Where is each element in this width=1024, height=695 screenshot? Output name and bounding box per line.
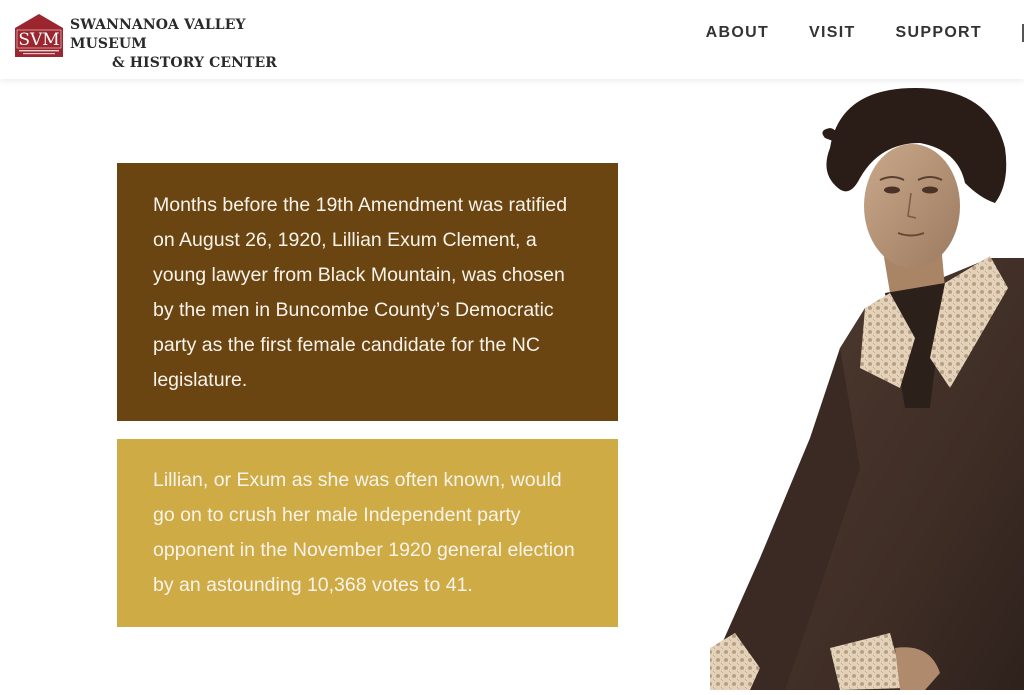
story-paragraph-2: Lillian, or Exum as she was often known,… xyxy=(153,469,575,596)
lillian-exum-clement-portrait xyxy=(690,88,1024,690)
logo-initials: SVM xyxy=(18,30,59,50)
story-box-secondary: Lillian, or Exum as she was often known,… xyxy=(117,439,618,627)
story-box-primary: Months before the 19th Amendment was rat… xyxy=(117,163,618,421)
museum-logo-icon[interactable]: SVM xyxy=(14,13,64,57)
museum-name-line1: SWANNANOA VALLEY MUSEUM xyxy=(70,17,246,52)
site-header: SVM SWANNANOA VALLEY MUSEUM & HISTORY CE… xyxy=(0,0,1024,79)
nav-support[interactable]: SUPPORT xyxy=(896,24,982,42)
story-paragraph-1: Months before the 19th Amendment was rat… xyxy=(153,194,568,391)
nav-visit[interactable]: VISIT xyxy=(809,24,856,42)
museum-name[interactable]: SWANNANOA VALLEY MUSEUM & HISTORY CENTER xyxy=(70,16,310,73)
main-nav: ABOUT VISIT SUPPORT xyxy=(706,24,982,42)
museum-name-line2: & HISTORY CENTER xyxy=(112,55,278,71)
portrait-photo-icon xyxy=(710,88,1024,690)
nav-about[interactable]: ABOUT xyxy=(706,24,769,42)
